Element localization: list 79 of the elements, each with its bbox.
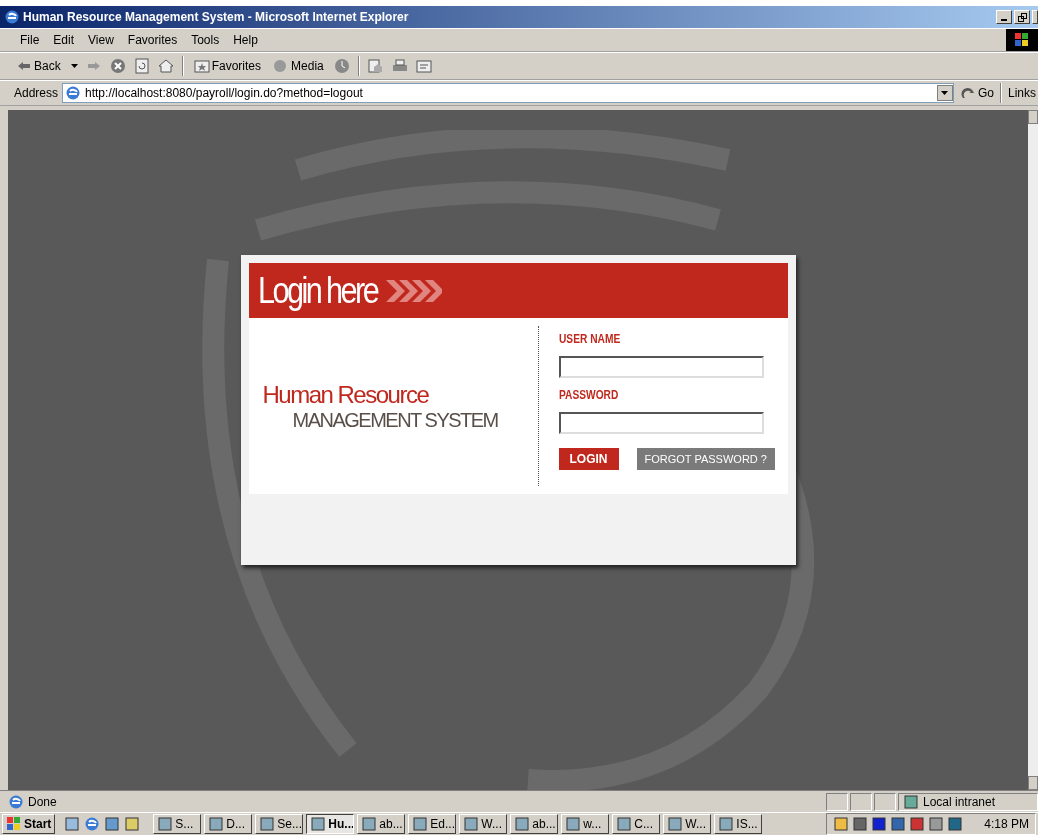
ie-logo-icon [4, 9, 20, 25]
taskbar-button[interactable]: Se... [255, 814, 304, 834]
window-icon [259, 816, 276, 832]
taskbar-button[interactable]: W... [663, 814, 712, 834]
window-title: Human Resource Management System - Microsoft Internet Explorer [23, 10, 409, 24]
quick-launch-icon [64, 816, 81, 832]
dropdown-button[interactable] [936, 85, 953, 101]
taskbar-button[interactable]: IS... [714, 814, 763, 834]
restore-button[interactable] [1014, 10, 1030, 24]
menu-item[interactable]: Tools [185, 31, 226, 49]
window-icon [514, 816, 531, 832]
window-icon [412, 816, 429, 832]
start-button[interactable]: Start [2, 814, 56, 834]
go-button[interactable]: Go [957, 84, 996, 102]
menu-item[interactable]: View [82, 31, 120, 49]
favorites-button[interactable]: Favorites [191, 57, 264, 75]
clock: 4:18 PM [984, 817, 1029, 831]
close-button[interactable] [1032, 10, 1038, 24]
restore-icon [1017, 12, 1027, 22]
zone-text: Local intranet [923, 794, 996, 809]
tray-icon [947, 816, 964, 832]
taskbar-button[interactable]: ab... [357, 814, 406, 834]
scrollbar[interactable] [1028, 110, 1038, 790]
login-button[interactable]: LOGIN [558, 448, 619, 470]
home-icon[interactable] [157, 58, 174, 74]
window-icon [310, 816, 327, 832]
menu-item[interactable]: Favorites [121, 31, 184, 49]
edit-icon[interactable] [415, 58, 432, 74]
back-button[interactable]: Back [14, 57, 63, 75]
address-field[interactable]: http://localhost:8080/payroll/login.do?method=logout [62, 83, 954, 103]
window-icon [667, 816, 684, 832]
curved-arrow-icon [959, 85, 976, 101]
media-button[interactable]: Media [271, 57, 326, 75]
chevrons-icon [385, 279, 442, 302]
caret-icon [941, 91, 949, 95]
window-icon [565, 816, 582, 832]
page-icon [65, 85, 82, 101]
caret-icon[interactable] [70, 64, 78, 68]
menu-item[interactable]: Edit [47, 31, 81, 49]
menu-item[interactable]: Help [227, 31, 264, 49]
password-label: PASSWORD [558, 388, 619, 402]
taskbar-button[interactable]: ab... [510, 814, 559, 834]
window-icon [718, 816, 735, 832]
window-icon [157, 816, 174, 832]
print-icon[interactable] [391, 58, 408, 74]
windows-logo-icon [6, 816, 22, 832]
status-text: Done [28, 794, 57, 809]
window-icon [463, 816, 480, 832]
window-icon [616, 816, 633, 832]
star-folder-icon [193, 58, 210, 74]
taskbar-button[interactable]: Hu... [306, 814, 355, 834]
brand-subtitle: MANAGEMENT SYSTEM [292, 408, 499, 432]
taskbar-button[interactable]: Ed... [408, 814, 457, 834]
tray-icon [928, 816, 945, 832]
tray-icon [909, 816, 926, 832]
windows-logo-icon [1006, 29, 1038, 51]
forgot-password-button[interactable]: FORGOT PASSWORD ? [636, 448, 775, 470]
taskbar-button[interactable]: S... [153, 814, 202, 834]
quick-launch-icon [84, 816, 101, 832]
page-icon [8, 793, 24, 810]
stop-icon[interactable] [109, 58, 126, 74]
menu-item[interactable]: File [14, 31, 46, 49]
window-icon [208, 816, 225, 832]
minimize-button[interactable] [996, 10, 1012, 24]
links-button[interactable]: Links [1006, 85, 1038, 101]
password-field[interactable] [558, 412, 764, 434]
taskbar-button[interactable]: C... [612, 814, 661, 834]
window-icon [361, 816, 378, 832]
taskbar-button[interactable]: W... [459, 814, 508, 834]
login-heading: Login here [257, 269, 377, 312]
brand-title: Human Resource [262, 380, 430, 409]
taskbar-button[interactable]: w... [561, 814, 610, 834]
refresh-icon[interactable] [133, 58, 150, 74]
taskbar-button[interactable]: D... [204, 814, 253, 834]
quick-launch-icon [104, 816, 121, 832]
username-field[interactable] [558, 356, 764, 378]
address-label: Address [14, 86, 59, 100]
username-label: USER NAME [558, 332, 621, 346]
quick-launch-icon [124, 816, 141, 832]
